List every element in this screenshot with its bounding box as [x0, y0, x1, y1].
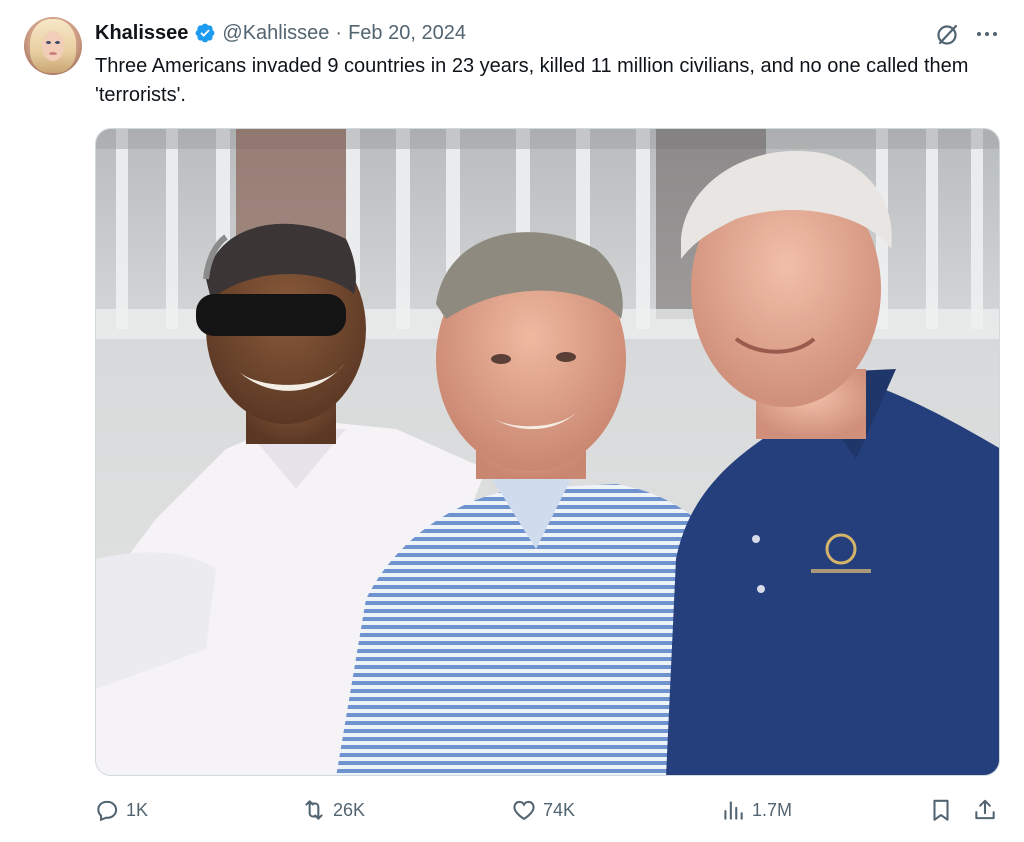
author-name[interactable]: Khalissee — [95, 22, 188, 45]
reply-button[interactable]: 1K — [94, 790, 148, 830]
like-count: 74K — [543, 799, 576, 820]
photo-illustration — [96, 129, 999, 775]
retweet-button[interactable]: 26K — [301, 790, 365, 830]
more-icon[interactable] — [975, 24, 999, 44]
bookmark-button[interactable] — [928, 790, 954, 830]
views-icon — [724, 801, 743, 820]
tweet-date[interactable]: Feb 20, 2024 — [348, 22, 466, 45]
avatar-face — [42, 31, 64, 61]
author-handle[interactable]: @Kahlissee — [222, 22, 329, 45]
avatar[interactable] — [24, 17, 82, 75]
bookmark-icon — [933, 799, 949, 821]
grok-icon[interactable] — [934, 21, 960, 47]
tweet-actions: 1K 26K 74K 1.7M — [0, 790, 1024, 830]
tweet-header: Khalissee @Kahlissee · Feb 20, 2024 — [95, 20, 466, 46]
like-button[interactable]: 74K — [511, 790, 575, 830]
views-button[interactable]: 1.7M — [720, 790, 792, 830]
avatar-eye — [55, 41, 60, 44]
retweet-count: 26K — [333, 799, 366, 820]
verified-badge-icon — [195, 23, 215, 43]
like-icon — [513, 800, 535, 821]
views-count: 1.7M — [752, 799, 793, 820]
retweet-icon — [305, 800, 323, 820]
share-icon — [975, 799, 995, 820]
share-button[interactable] — [972, 790, 998, 830]
reply-icon — [97, 800, 118, 822]
tweet-photo[interactable] — [95, 128, 1000, 776]
separator-dot: · — [335, 21, 343, 44]
reply-count: 1K — [126, 799, 149, 820]
avatar-eye — [46, 41, 51, 44]
tweet-text: Three Americans invaded 9 countries in 2… — [95, 55, 969, 106]
avatar-lips — [49, 52, 57, 55]
